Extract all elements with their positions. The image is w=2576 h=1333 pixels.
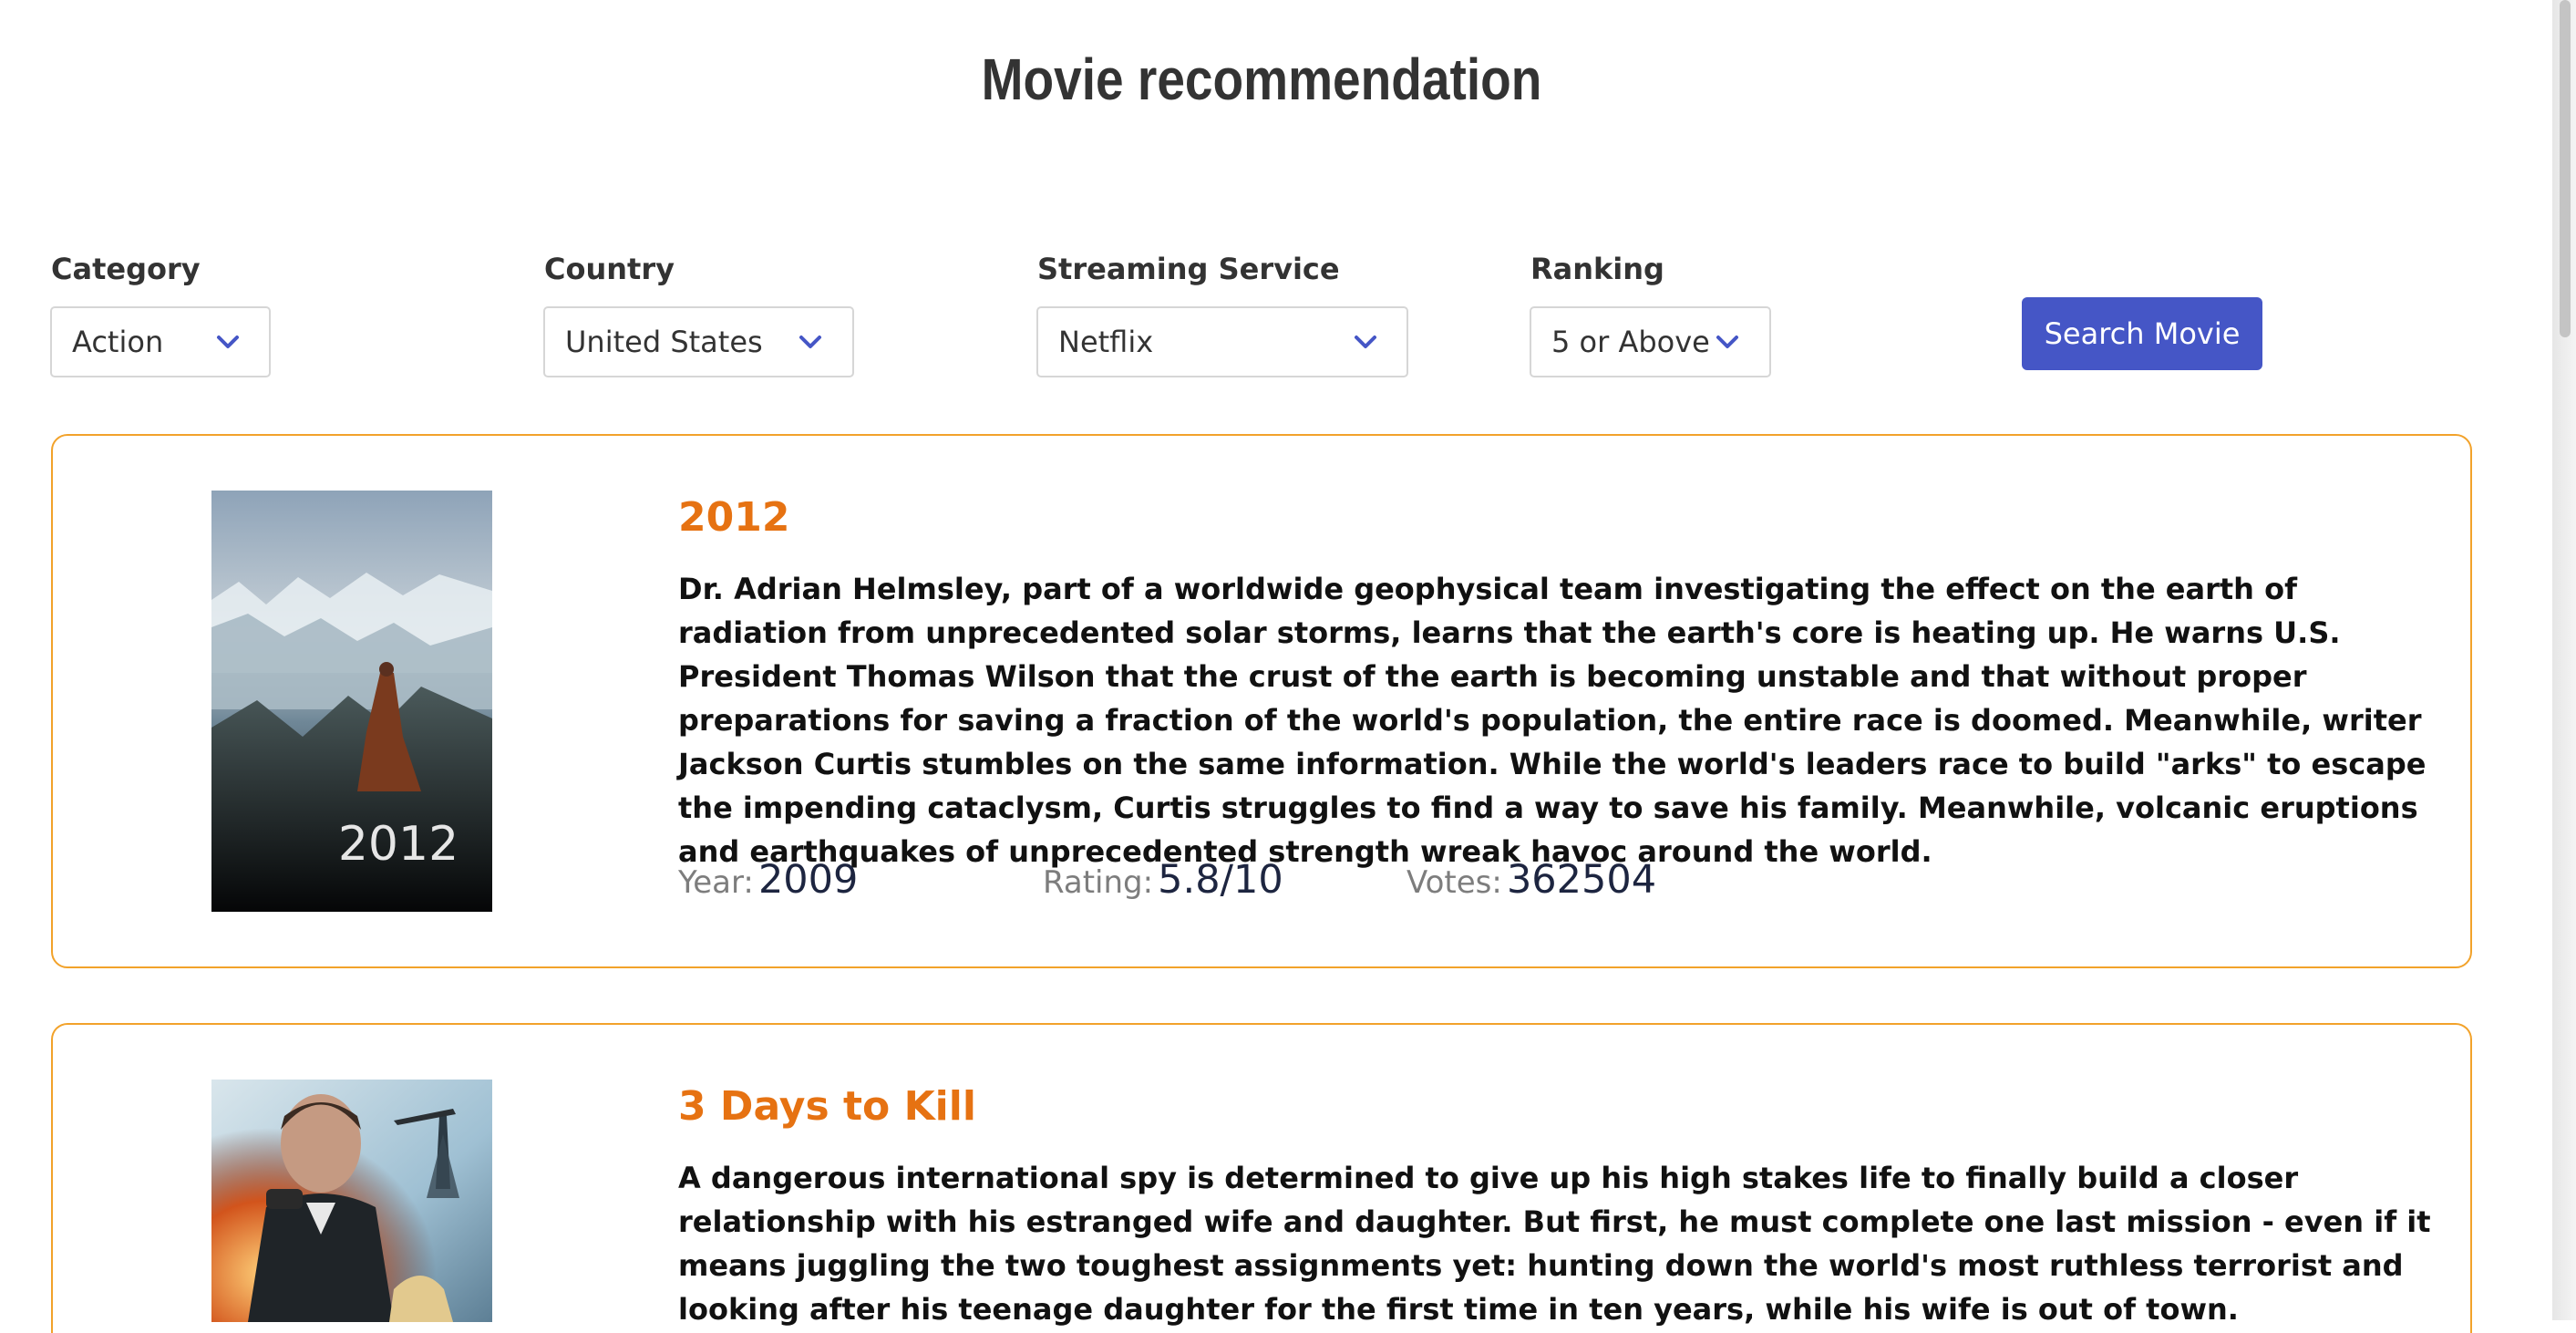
country-select-value: United States bbox=[565, 325, 763, 359]
ranking-label: Ranking bbox=[1530, 252, 1664, 286]
ranking-select[interactable]: 5 or Above bbox=[1530, 306, 1771, 377]
scrollbar-thumb[interactable] bbox=[2560, 0, 2571, 337]
movie-rating: Rating: 5.8/10 bbox=[1043, 857, 1283, 903]
chevron-down-icon bbox=[799, 336, 821, 348]
streaming-service-label: Streaming Service bbox=[1037, 252, 1340, 286]
movie-year: Year: 2009 bbox=[678, 857, 858, 903]
chevron-down-icon bbox=[1716, 336, 1738, 348]
streaming-service-select-value: Netflix bbox=[1058, 325, 1154, 359]
movie-card: 2012 2012 Dr. Adrian Helmsley, part of a… bbox=[51, 434, 2472, 968]
movie-poster: 2012 bbox=[211, 491, 492, 912]
rating-label: Rating: bbox=[1043, 864, 1154, 901]
country-select[interactable]: United States bbox=[543, 306, 854, 377]
movie-poster bbox=[211, 1080, 492, 1322]
category-select-value: Action bbox=[72, 325, 164, 359]
category-label: Category bbox=[51, 252, 201, 286]
movie-title: 2012 bbox=[678, 494, 790, 541]
votes-value: 362504 bbox=[1506, 857, 1657, 903]
movie-synopsis: A dangerous international spy is determi… bbox=[678, 1161, 2431, 1327]
category-select[interactable]: Action bbox=[50, 306, 271, 377]
page-title: Movie recommendation bbox=[981, 46, 1542, 112]
year-value: 2009 bbox=[757, 857, 859, 903]
movie-synopsis: Dr. Adrian Helmsley, part of a worldwide… bbox=[678, 572, 2427, 869]
country-label: Country bbox=[544, 252, 675, 286]
votes-label: Votes: bbox=[1406, 864, 1502, 901]
movie-card: 3 Days to Kill A dangerous international… bbox=[51, 1023, 2472, 1333]
movie-votes: Votes: 362504 bbox=[1406, 857, 1656, 903]
streaming-service-select[interactable]: Netflix bbox=[1036, 306, 1408, 377]
rating-value: 5.8/10 bbox=[1158, 857, 1283, 903]
year-label: Year: bbox=[678, 864, 754, 901]
ranking-select-value: 5 or Above bbox=[1551, 325, 1710, 359]
movie-title: 3 Days to Kill bbox=[678, 1083, 976, 1130]
chevron-down-icon bbox=[1355, 336, 1376, 348]
poster-image: 2012 bbox=[211, 491, 492, 912]
poster-image bbox=[211, 1080, 492, 1322]
poster-title-text: 2012 bbox=[338, 817, 459, 872]
chevron-down-icon bbox=[217, 336, 239, 348]
search-movie-button[interactable]: Search Movie bbox=[2022, 297, 2262, 370]
